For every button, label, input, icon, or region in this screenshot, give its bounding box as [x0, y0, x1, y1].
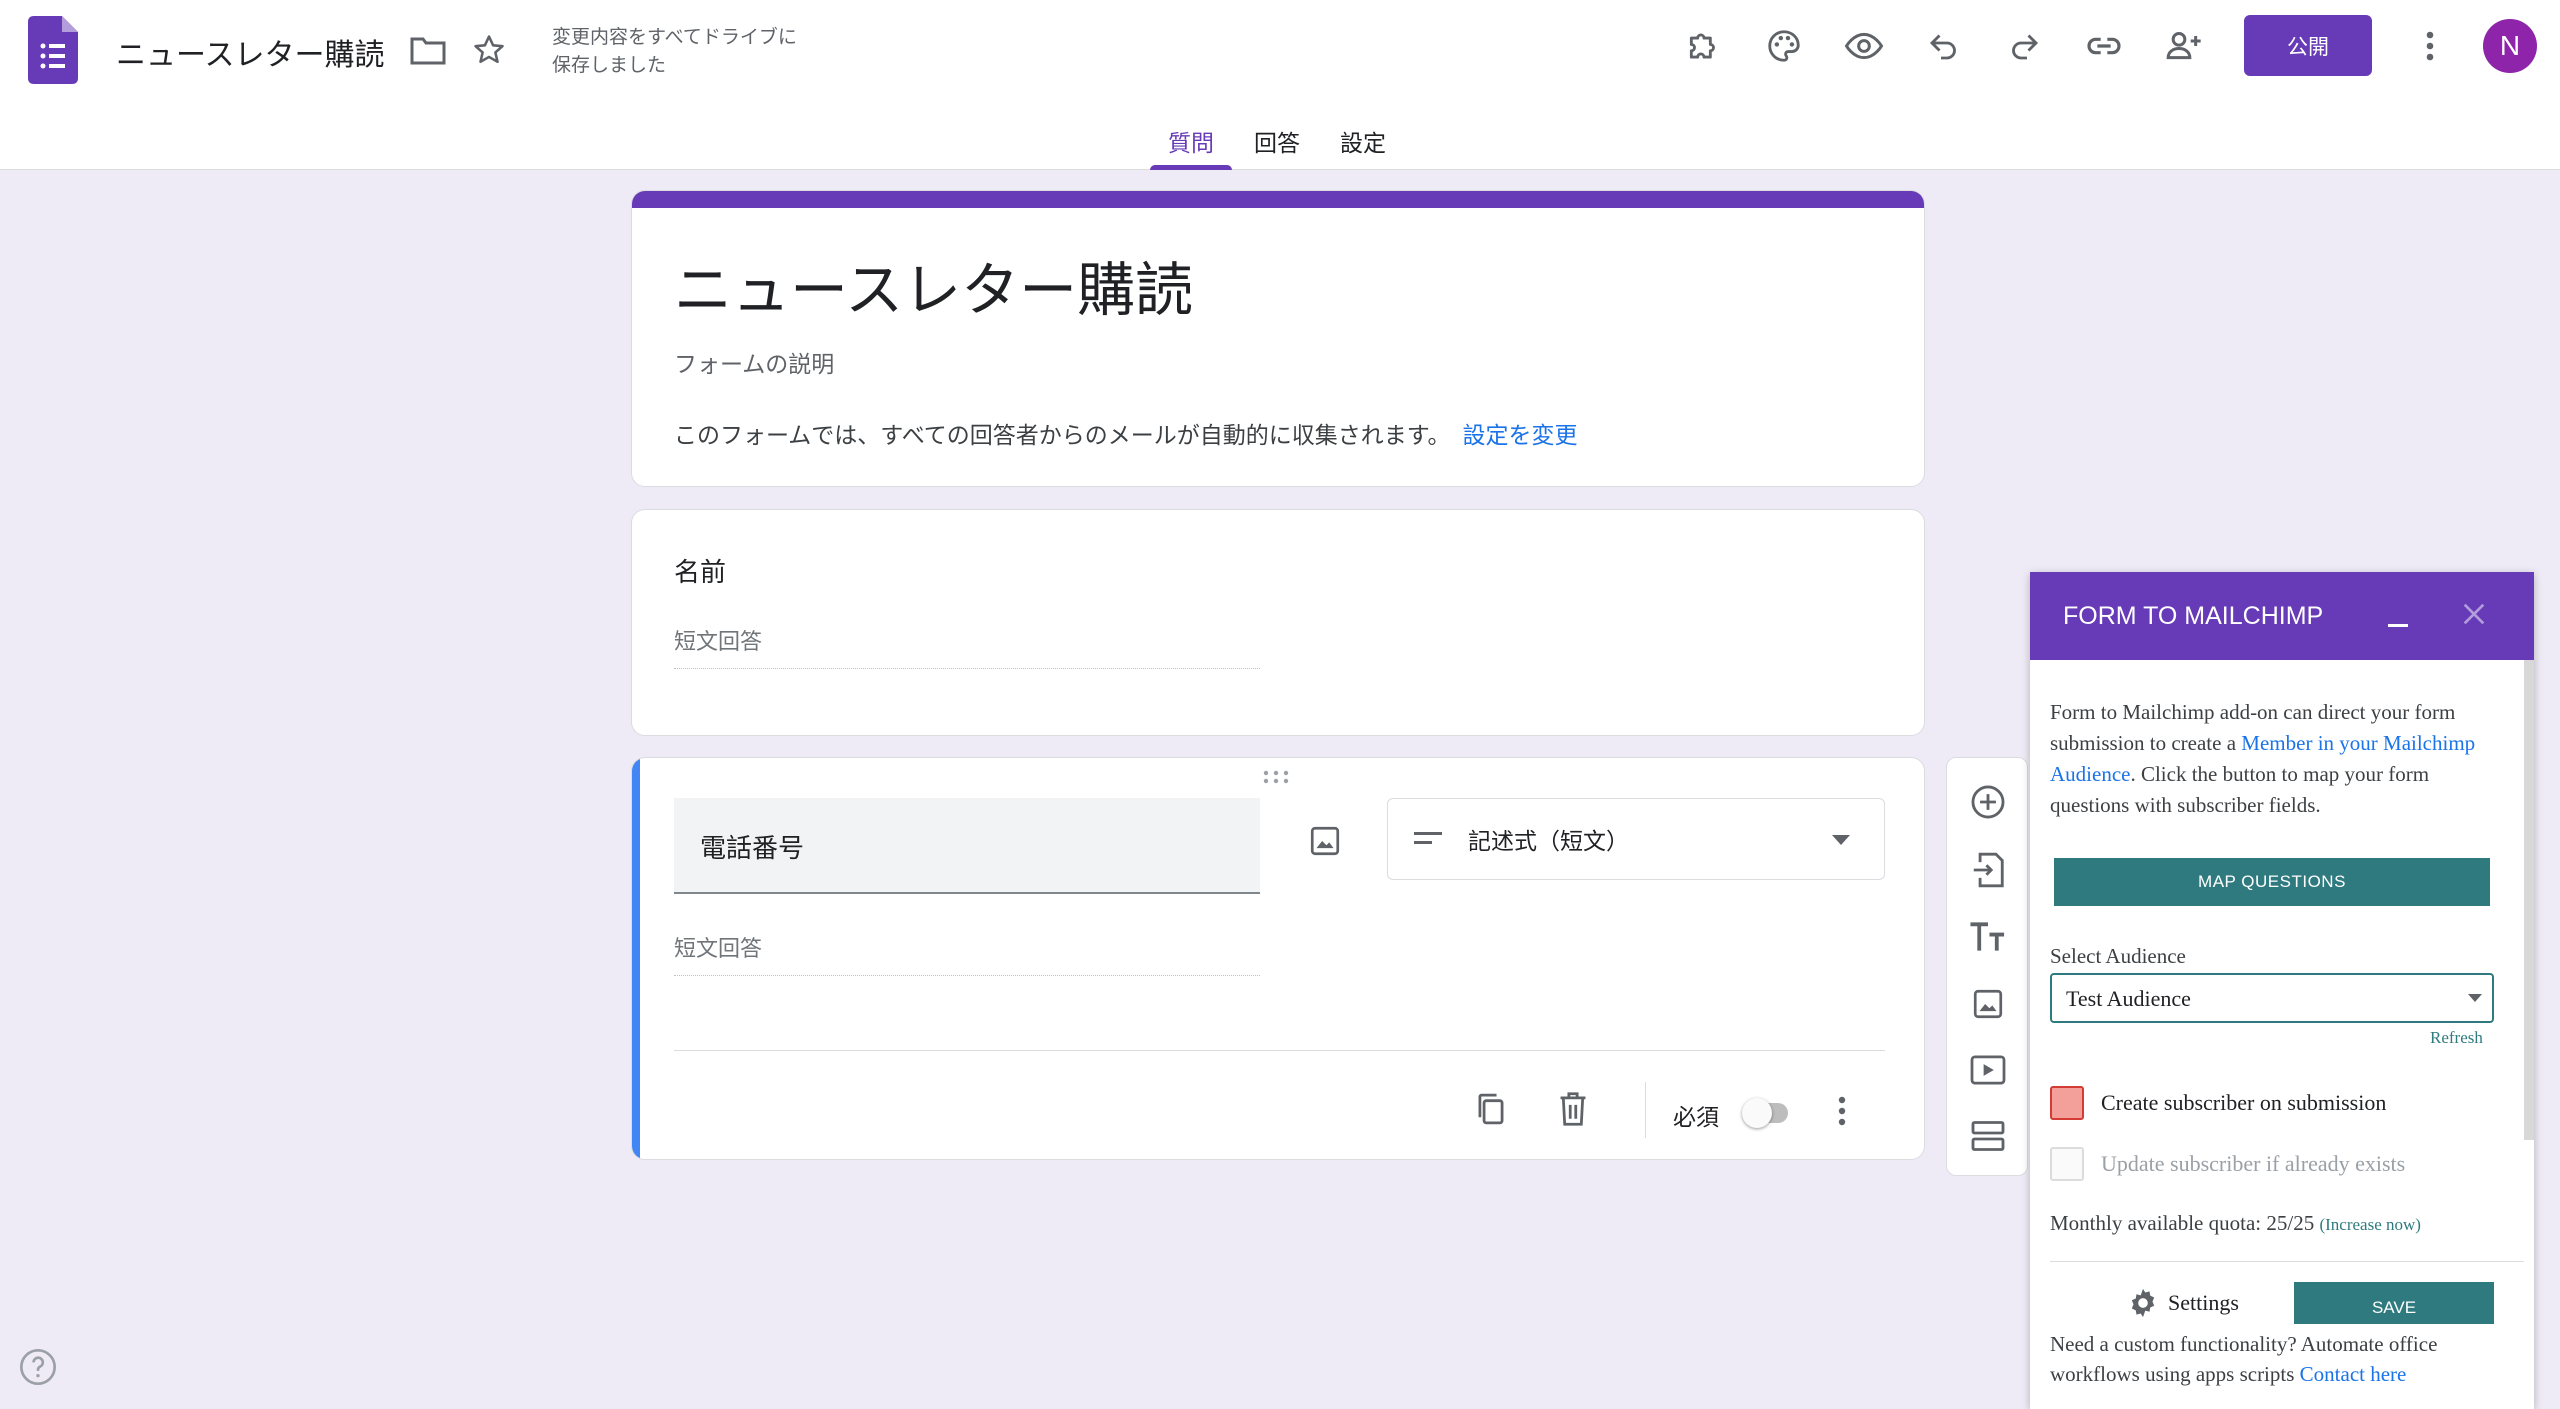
publish-button[interactable]: 公開: [2244, 15, 2372, 76]
update-subscriber-label: Update subscriber if already exists: [2101, 1151, 2406, 1176]
tab-questions-label: 質問: [1168, 130, 1214, 156]
addon-header: FORM TO MAILCHIMP: [2030, 572, 2534, 660]
required-toggle[interactable]: [1742, 1098, 1794, 1128]
quota-text: Monthly available quota: 25/25: [2050, 1211, 2315, 1235]
tab-active-indicator: [1150, 165, 1232, 170]
save-button[interactable]: SAVE: [2294, 1282, 2494, 1324]
select-audience-label: Select Audience: [2050, 944, 2186, 968]
add-image-icon[interactable]: [1966, 982, 2010, 1026]
import-questions-icon[interactable]: [1966, 848, 2010, 892]
close-icon[interactable]: [2458, 598, 2490, 630]
addon-settings-button[interactable]: Settings: [2126, 1286, 2239, 1320]
question-footer: 必須: [632, 1058, 1924, 1158]
short-answer-placeholder: 短文回答: [674, 624, 1260, 669]
delete-trash-icon[interactable]: [1557, 1091, 1589, 1127]
question-card-name[interactable]: 名前 短文回答: [631, 509, 1925, 736]
monthly-quota: Monthly available quota: 25/25 (Increase…: [2050, 1211, 2421, 1236]
add-collaborator-icon[interactable]: [2156, 18, 2212, 74]
refresh-link[interactable]: Refresh: [2430, 1028, 2483, 1048]
document-title[interactable]: ニュースレター購読: [116, 30, 385, 74]
more-options-icon[interactable]: [2402, 18, 2458, 74]
add-video-icon[interactable]: [1966, 1048, 2010, 1092]
tabs-bar: 質問 回答 設定: [0, 118, 2560, 170]
redo-icon[interactable]: [1996, 18, 2052, 74]
increase-quota-link[interactable]: (Increase now): [2319, 1215, 2420, 1234]
theme-stripe: [632, 191, 1924, 208]
footer-divider: [674, 1050, 1885, 1051]
customize-theme-palette-icon[interactable]: [1756, 18, 1812, 74]
required-label: 必須: [1673, 1104, 1719, 1130]
floating-toolbar: [1946, 757, 2028, 1176]
copy-link-icon[interactable]: [2076, 18, 2132, 74]
tab-responses[interactable]: 回答: [1240, 118, 1314, 170]
question-more-options-icon[interactable]: [1838, 1096, 1846, 1126]
update-subscriber-option[interactable]: Update subscriber if already exists: [2050, 1147, 2405, 1181]
addon-title: FORM TO MAILCHIMP: [2063, 602, 2324, 630]
form-title[interactable]: ニュースレター購読: [674, 243, 1193, 327]
panel-scrollbar[interactable]: [2524, 660, 2534, 1140]
form-to-mailchimp-panel: FORM TO MAILCHIMP Form to Mailchimp add-…: [2030, 572, 2534, 1409]
drag-handle-icon[interactable]: [1262, 770, 1290, 784]
addons-puzzle-icon[interactable]: [1676, 18, 1732, 74]
addon-description: Form to Mailchimp add-on can direct your…: [2050, 697, 2510, 821]
form-description-field[interactable]: フォームの説明: [674, 345, 834, 379]
tab-questions[interactable]: 質問: [1150, 118, 1232, 170]
tab-settings[interactable]: 設定: [1326, 118, 1400, 170]
create-subscriber-option[interactable]: Create subscriber on submission: [2050, 1086, 2386, 1120]
email-collection-note: このフォームでは、すべての回答者からのメールが自動的に収集されます。 設定を変更: [674, 416, 1577, 450]
custom-functionality-note: Need a custom functionality? Automate of…: [2050, 1329, 2524, 1389]
footer-separator: [1645, 1082, 1646, 1138]
settings-label: Settings: [2168, 1290, 2239, 1315]
map-questions-button[interactable]: MAP QUESTIONS: [2054, 858, 2490, 906]
question-type-label: 記述式（短文）: [1468, 828, 1629, 854]
audience-select[interactable]: Test Audience: [2050, 973, 2494, 1023]
question-card-phone[interactable]: 電話番号 記述式（短文） 短文回答 必須: [631, 757, 1925, 1160]
chevron-down-icon: [1832, 835, 1850, 845]
question-type-select[interactable]: 記述式（短文）: [1387, 798, 1885, 880]
short-answer-placeholder: 短文回答: [674, 931, 1260, 976]
add-section-icon[interactable]: [1966, 1114, 2010, 1158]
panel-divider: [2050, 1261, 2524, 1262]
create-subscriber-label: Create subscriber on submission: [2101, 1090, 2387, 1115]
add-title-description-icon[interactable]: [1966, 914, 2010, 958]
chevron-down-icon: [2468, 994, 2482, 1002]
add-image-icon[interactable]: [1308, 824, 1342, 858]
email-note-text: このフォームでは、すべての回答者からのメールが自動的に収集されます。: [674, 422, 1451, 448]
move-to-folder-icon[interactable]: [400, 22, 456, 78]
tab-responses-label: 回答: [1254, 130, 1300, 156]
tab-settings-label: 設定: [1340, 130, 1386, 156]
help-icon[interactable]: [18, 1347, 58, 1387]
short-text-icon: [1414, 832, 1442, 844]
change-settings-link[interactable]: 設定を変更: [1462, 422, 1577, 448]
save-status-line1: 変更内容をすべてドライブに: [552, 27, 797, 48]
duplicate-icon[interactable]: [1474, 1091, 1508, 1127]
star-icon[interactable]: [461, 22, 517, 78]
google-forms-logo-icon[interactable]: [28, 16, 78, 84]
contact-here-link[interactable]: Contact here: [2300, 1362, 2407, 1386]
form-title-card[interactable]: ニュースレター購読 フォームの説明 このフォームでは、すべての回答者からのメール…: [631, 190, 1925, 487]
question-title: 名前: [674, 557, 727, 587]
update-subscriber-checkbox[interactable]: [2050, 1147, 2084, 1181]
preview-eye-icon[interactable]: [1836, 18, 1892, 74]
question-title-input[interactable]: 電話番号: [674, 798, 1260, 894]
audience-selected-value: Test Audience: [2066, 986, 2191, 1011]
save-status: 変更内容をすべてドライブに 保存しました: [552, 24, 872, 80]
toggle-knob: [1742, 1098, 1772, 1128]
save-status-line2: 保存しました: [552, 55, 667, 76]
top-bar: ニュースレター購読 変更内容をすべてドライブに 保存しました 公開 N 質問 回…: [0, 0, 2560, 170]
add-question-icon[interactable]: [1966, 780, 2010, 824]
undo-icon[interactable]: [1916, 18, 1972, 74]
gear-icon: [2131, 1288, 2155, 1318]
account-avatar[interactable]: N: [2483, 19, 2537, 73]
create-subscriber-checkbox[interactable]: [2050, 1086, 2084, 1120]
minimize-icon[interactable]: [2386, 606, 2410, 630]
